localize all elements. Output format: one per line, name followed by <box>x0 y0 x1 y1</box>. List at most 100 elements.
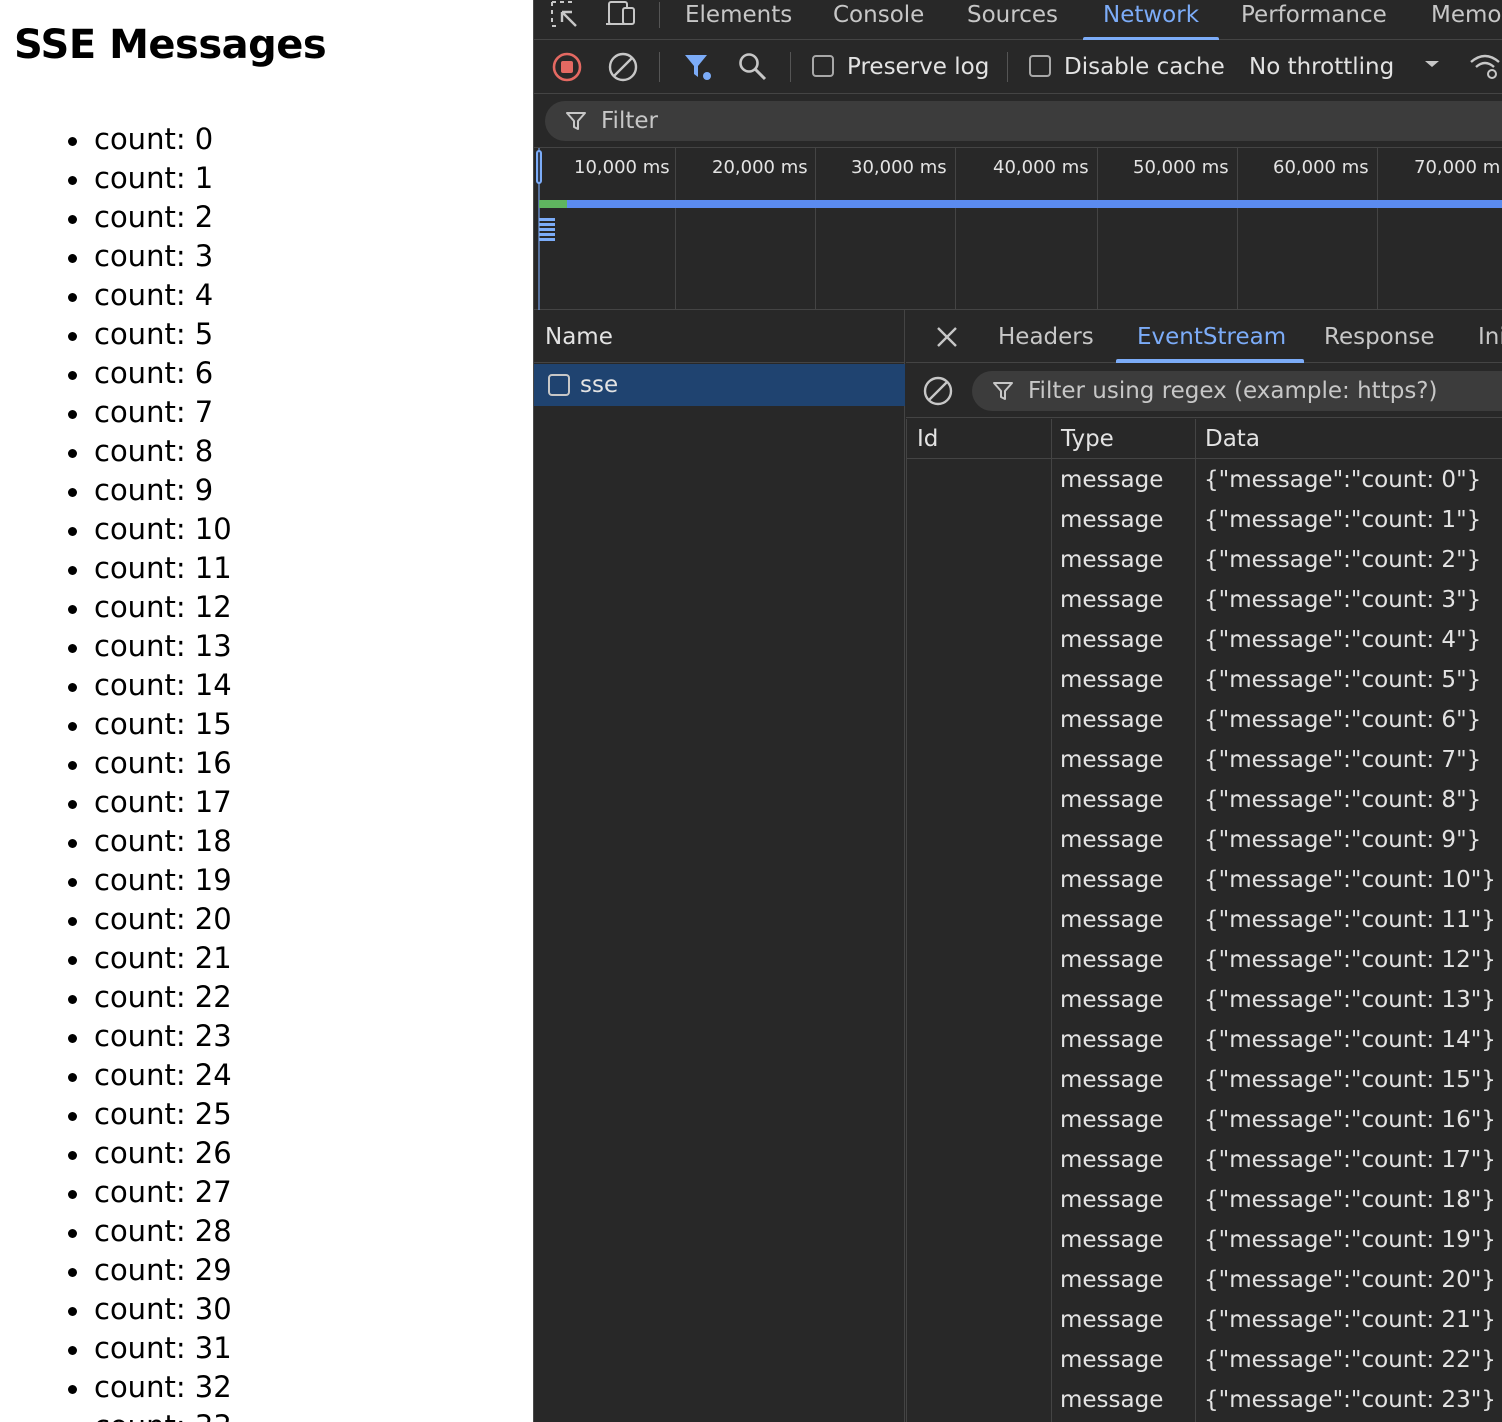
event-data: {"message":"count: 4"} <box>1204 627 1482 653</box>
timeline-tick: 30,000 ms <box>851 157 947 178</box>
tab-initiator[interactable]: Ini <box>1478 322 1502 352</box>
disable-cache-checkbox[interactable] <box>1029 55 1051 77</box>
close-icon[interactable] <box>934 324 960 350</box>
table-row[interactable]: message {"message":"count: 19"} <box>907 1220 1502 1260</box>
device-toolbar-icon[interactable] <box>604 0 638 30</box>
table-row[interactable]: message {"message":"count: 2"} <box>907 540 1502 580</box>
table-row[interactable]: message {"message":"count: 13"} <box>907 980 1502 1020</box>
table-row[interactable]: message {"message":"count: 16"} <box>907 1100 1502 1140</box>
event-marker <box>539 223 555 226</box>
request-row-sse[interactable]: sse <box>534 364 905 406</box>
chevron-down-icon[interactable] <box>1422 54 1442 74</box>
filter-input[interactable]: Filter <box>545 101 1502 141</box>
clear-icon[interactable] <box>922 375 954 407</box>
tab-performance[interactable]: Performance <box>1241 0 1387 40</box>
table-row[interactable]: message {"message":"count: 3"} <box>907 580 1502 620</box>
tab-sources[interactable]: Sources <box>967 0 1058 40</box>
message-item: count: 26 <box>0 1134 232 1173</box>
message-item: count: 9 <box>0 471 232 510</box>
table-row[interactable]: message {"message":"count: 14"} <box>907 1020 1502 1060</box>
message-item: count: 19 <box>0 861 232 900</box>
event-data: {"message":"count: 10"} <box>1204 867 1496 893</box>
eventstream-filter-input[interactable]: Filter using regex (example: https?) <box>972 371 1502 411</box>
page-title: SSE Messages <box>14 22 327 68</box>
disable-cache-label[interactable]: Disable cache <box>1064 52 1225 82</box>
event-type: message <box>1060 1387 1164 1413</box>
event-data: {"message":"count: 9"} <box>1204 827 1482 853</box>
table-row[interactable]: message {"message":"count: 12"} <box>907 940 1502 980</box>
inspect-element-icon[interactable] <box>548 0 582 30</box>
tab-headers[interactable]: Headers <box>998 322 1094 352</box>
request-timing-bar <box>539 200 1502 208</box>
network-conditions-icon[interactable] <box>1468 50 1502 84</box>
table-row[interactable]: message {"message":"count: 10"} <box>907 860 1502 900</box>
table-row[interactable]: message {"message":"count: 1"} <box>907 500 1502 540</box>
event-data: {"message":"count: 12"} <box>1204 947 1496 973</box>
throttling-select[interactable]: No throttling <box>1249 52 1394 82</box>
message-item: count: 29 <box>0 1251 232 1290</box>
message-item: count: 17 <box>0 783 232 822</box>
event-type: message <box>1060 1187 1164 1213</box>
tab-response[interactable]: Response <box>1324 322 1434 352</box>
stop-recording-icon[interactable] <box>550 50 584 84</box>
event-type: message <box>1060 1227 1164 1253</box>
timeline-tick: 40,000 ms <box>993 157 1089 178</box>
table-row[interactable]: message {"message":"count: 22"} <box>907 1340 1502 1380</box>
eventstream-table: Id Type Data message {"message":"count: 0… <box>906 419 1502 1422</box>
message-item: count: 30 <box>0 1290 232 1329</box>
event-data: {"message":"count: 22"} <box>1204 1347 1496 1373</box>
timeline-tick: 70,000 m <box>1414 157 1501 178</box>
table-row[interactable]: message {"message":"count: 7"} <box>907 740 1502 780</box>
table-row[interactable]: message {"message":"count: 21"} <box>907 1300 1502 1340</box>
clear-icon[interactable] <box>606 50 640 84</box>
event-type: message <box>1060 827 1164 853</box>
filter-icon[interactable] <box>681 50 715 84</box>
table-row[interactable]: message {"message":"count: 5"} <box>907 660 1502 700</box>
table-row[interactable]: message {"message":"count: 17"} <box>907 1140 1502 1180</box>
timeline-range-handle[interactable] <box>536 150 542 184</box>
preserve-log-label[interactable]: Preserve log <box>847 52 989 82</box>
search-icon[interactable] <box>736 50 770 84</box>
network-toolbar: Preserve log Disable cache No throttling <box>534 40 1502 94</box>
table-row[interactable]: message {"message":"count: 20"} <box>907 1260 1502 1300</box>
eventstream-rows: message {"message":"count: 0"} message {"me… <box>907 460 1502 1420</box>
table-row[interactable]: message {"message":"count: 4"} <box>907 620 1502 660</box>
event-data: {"message":"count: 14"} <box>1204 1027 1496 1053</box>
filter-placeholder: Filter <box>601 108 658 134</box>
column-header-type[interactable]: Type <box>1061 424 1114 454</box>
name-column-header[interactable]: Name <box>534 310 905 363</box>
event-type: message <box>1060 867 1164 893</box>
tab-elements[interactable]: Elements <box>685 0 792 40</box>
timeline-gridline <box>1377 148 1378 310</box>
event-data: {"message":"count: 21"} <box>1204 1307 1496 1333</box>
event-type: message <box>1060 1147 1164 1173</box>
web-page: SSE Messages count: 0 count: 1 count: 2 cou… <box>0 0 533 1422</box>
event-type: message <box>1060 1267 1164 1293</box>
table-row[interactable]: message {"message":"count: 9"} <box>907 820 1502 860</box>
column-header-id[interactable]: Id <box>917 424 938 454</box>
tab-memory[interactable]: Memo <box>1431 0 1501 40</box>
table-row[interactable]: message {"message":"count: 23"} <box>907 1380 1502 1420</box>
table-row[interactable]: message {"message":"count: 15"} <box>907 1060 1502 1100</box>
event-type: message <box>1060 587 1164 613</box>
table-row[interactable]: message {"message":"count: 6"} <box>907 700 1502 740</box>
event-type: message <box>1060 667 1164 693</box>
table-row[interactable]: message {"message":"count: 11"} <box>907 900 1502 940</box>
tab-network[interactable]: Network <box>1082 0 1220 40</box>
message-item: count: 20 <box>0 900 232 939</box>
table-row[interactable]: message {"message":"count: 8"} <box>907 780 1502 820</box>
column-header-data[interactable]: Data <box>1205 424 1260 454</box>
request-checkbox[interactable] <box>548 374 570 396</box>
message-item: count: 2 <box>0 198 232 237</box>
message-item: count: 10 <box>0 510 232 549</box>
message-item: count: 5 <box>0 315 232 354</box>
toolbar-separator <box>790 52 791 82</box>
tab-eventstream[interactable]: EventStream <box>1137 322 1286 352</box>
tab-console[interactable]: Console <box>833 0 924 40</box>
toolbar-separator <box>1007 52 1008 82</box>
preserve-log-checkbox[interactable] <box>812 55 834 77</box>
network-overview[interactable]: 10,000 ms 20,000 ms 30,000 ms 40,000 ms … <box>534 148 1502 310</box>
table-row[interactable]: message {"message":"count: 0"} <box>907 460 1502 500</box>
table-row[interactable]: message {"message":"count: 18"} <box>907 1180 1502 1220</box>
filter-icon <box>993 382 1013 400</box>
